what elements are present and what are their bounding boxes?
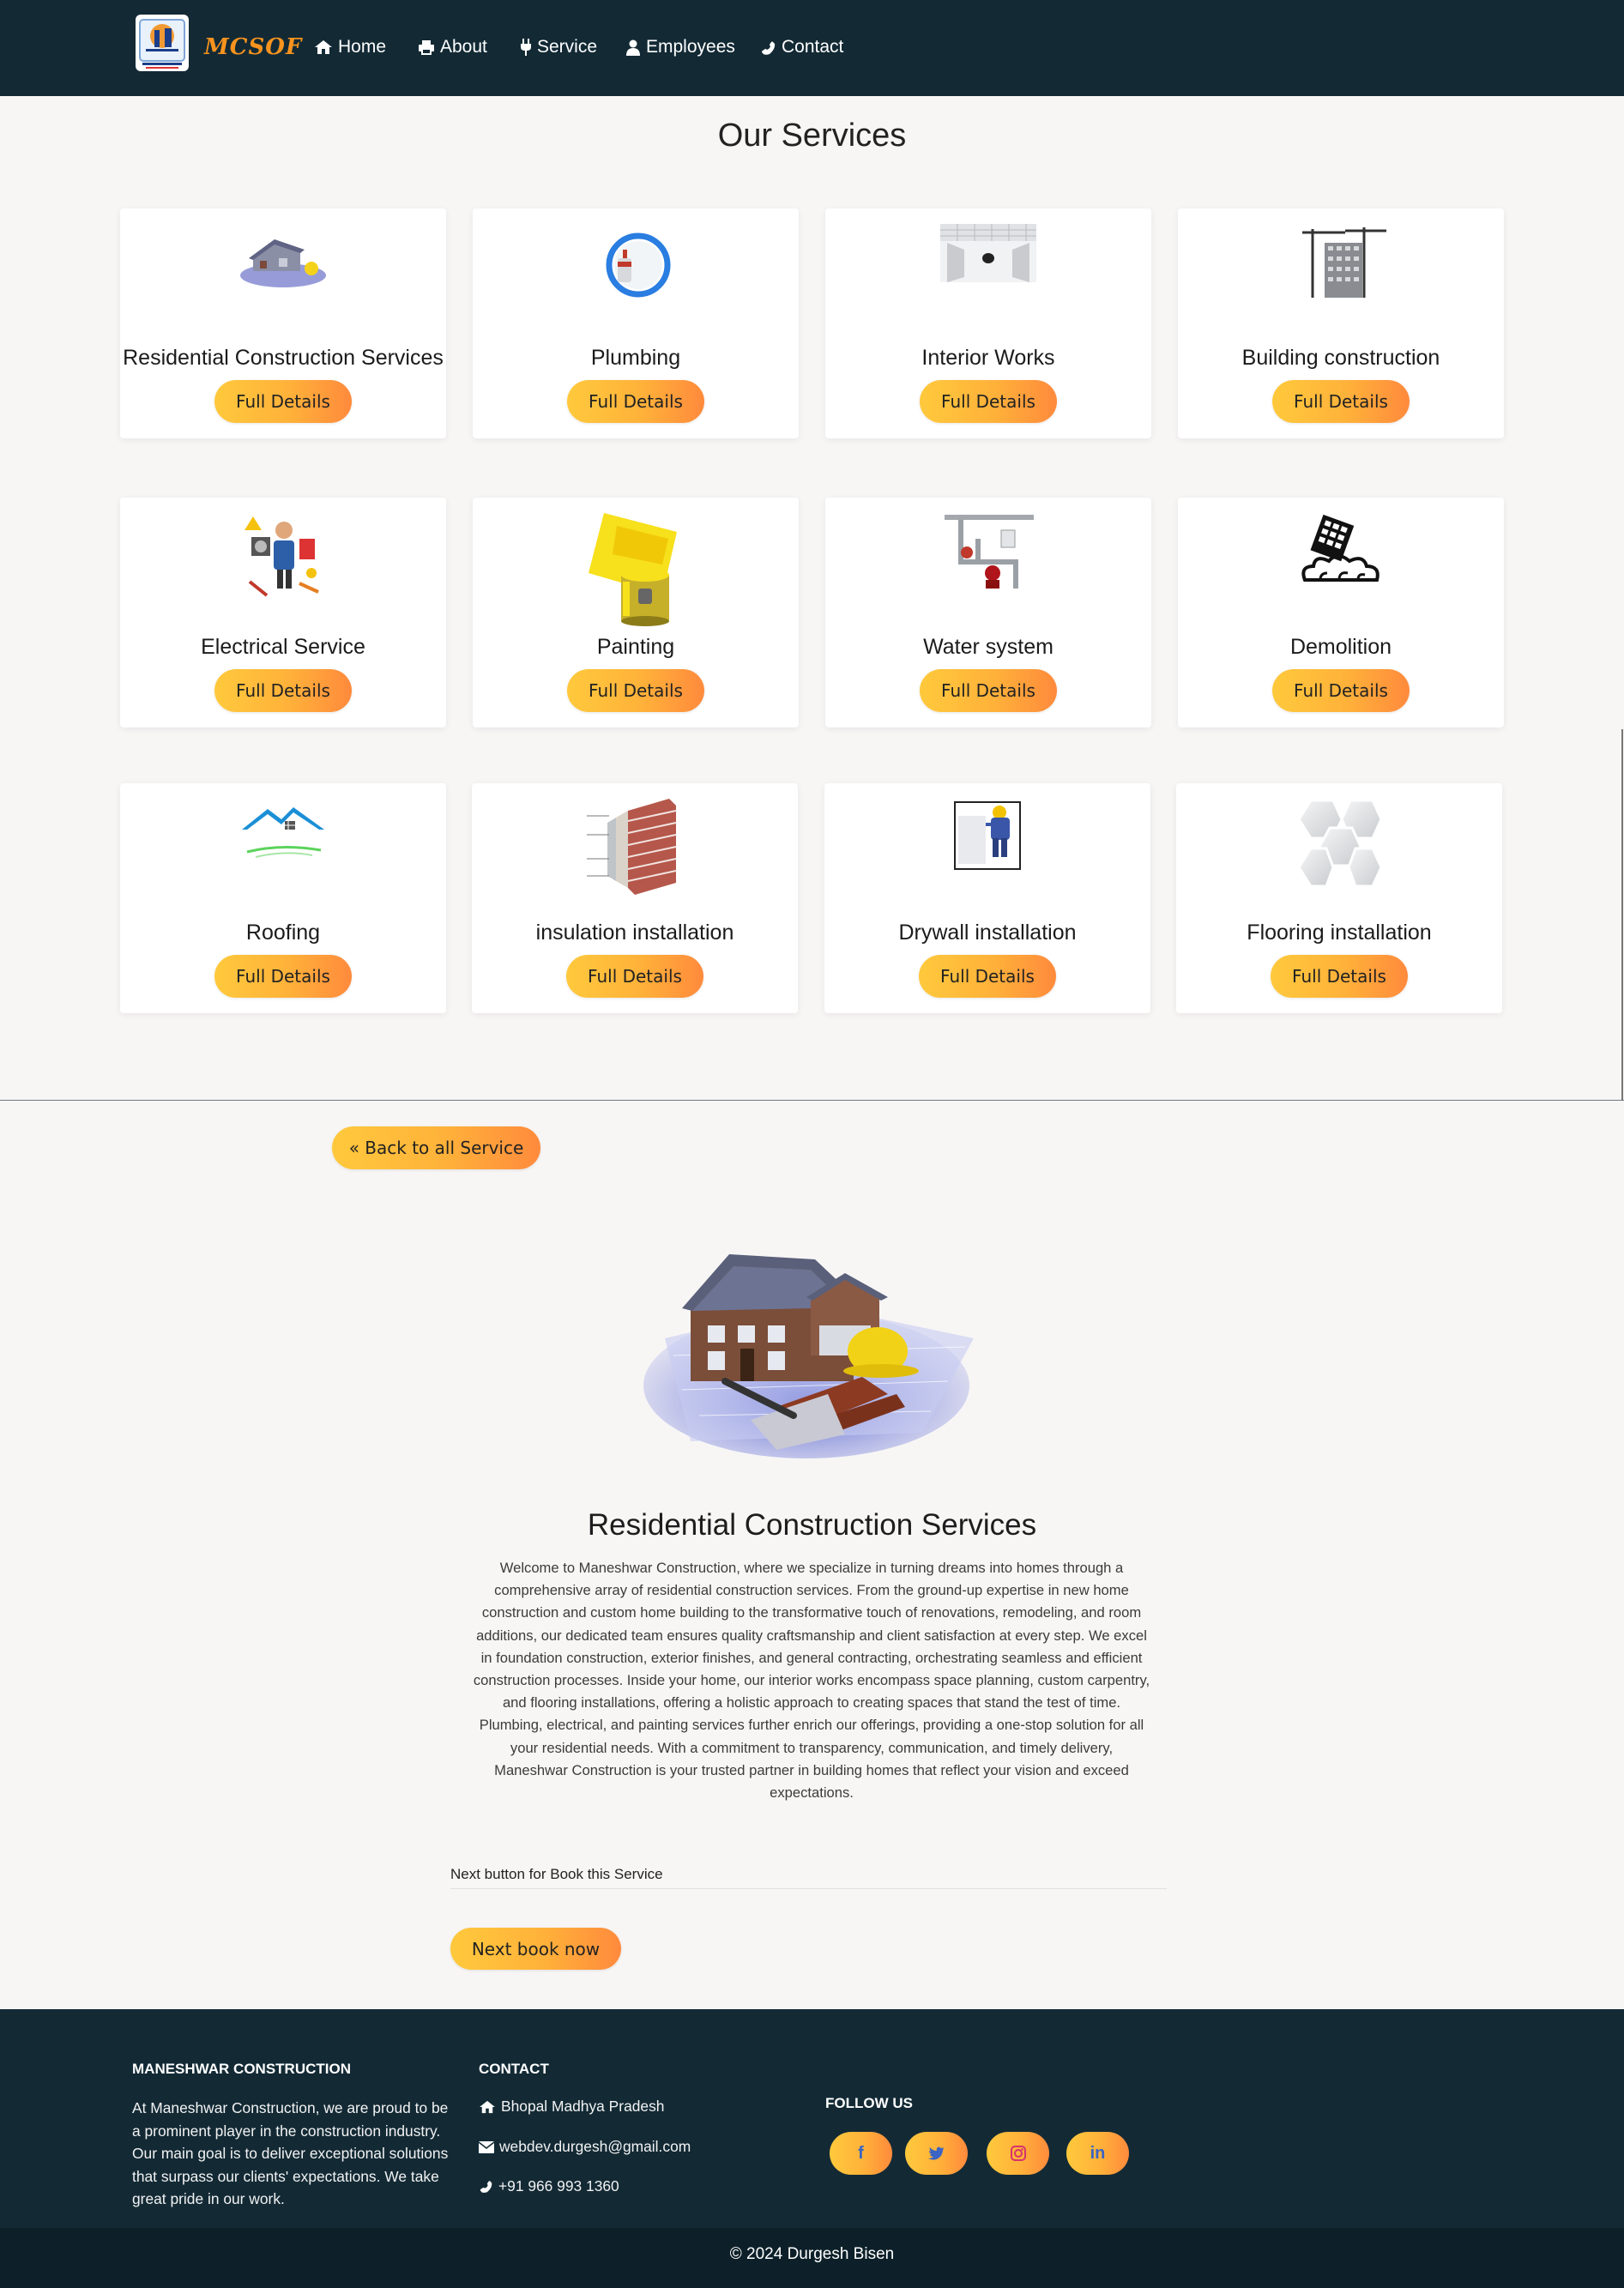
service-title: Electrical Service [201,635,365,659]
next-book-now-button[interactable]: Next book now [450,1928,621,1970]
company-logo[interactable] [136,15,189,71]
navbar: MCSOF Home About Service Employees Conta… [0,0,1624,96]
water-pipes-image [825,513,1151,616]
full-details-button[interactable]: Full Details [567,669,704,712]
service-card-electrical: Electrical Service Full Details [120,498,446,727]
full-details-button[interactable]: Full Details [1272,380,1410,423]
footer-email[interactable]: webdev.durgesh@gmail.com [479,2138,691,2156]
linkedin-icon: in [1090,2143,1106,2163]
service-card-insulation: insulation installation Full Details [472,783,798,1013]
facebook-button[interactable]: f [830,2132,892,2175]
service-card-interior: Interior Works Full Details [825,208,1151,438]
service-title: Roofing [245,921,321,945]
full-details-button[interactable]: Full Details [566,955,703,998]
phone-icon [480,2181,492,2193]
full-details-button[interactable]: Full Details [214,380,352,423]
service-card-painting: Painting Full Details [473,498,799,727]
room-interior-image [825,224,1151,327]
next-booking-label: Next button for Book this Service [450,1866,663,1882]
nav-service[interactable]: Service [520,37,597,57]
roof-image [120,799,446,902]
service-title: Drywall installation [898,921,1077,945]
service-title: Demolition [1289,635,1392,659]
section-divider [0,1100,1624,1101]
footer-phone-text[interactable]: +91 966 993 1360 [498,2177,619,2195]
next-divider [450,1888,1167,1889]
footer-about-text: At Maneshwar Construction, we are proud … [132,2099,449,2207]
twitter-button[interactable] [905,2132,968,2175]
instagram-button[interactable] [987,2132,1049,2175]
service-detail-title: Residential Construction Services [587,1508,1037,1542]
drywall-worker-image [824,799,1150,902]
nav-contact[interactable]: Contact [760,37,843,57]
hex-tiles-image [1176,799,1502,902]
linkedin-button[interactable]: in [1066,2132,1129,2175]
service-title: Interior Works [921,346,1055,370]
service-card-building: Building construction Full Details [1178,208,1504,438]
nav-about[interactable]: About [418,37,487,57]
plug-icon [521,39,531,56]
full-details-button[interactable]: Full Details [214,669,352,712]
service-title: Plumbing [590,346,681,370]
footer-address-text: Bhopal Madhya Pradesh [501,2098,665,2115]
footer: MANESHWAR CONSTRUCTION At Maneshwar Cons… [0,2009,1624,2228]
nav-home[interactable]: Home [314,37,386,57]
copyright-text: © 2024 Durgesh Bisen [729,2245,895,2263]
footer-email-text[interactable]: webdev.durgesh@gmail.com [499,2138,691,2156]
nav-service-label: Service [537,37,598,57]
service-title: Flooring installation [1247,921,1432,945]
full-details-button[interactable]: Full Details [919,955,1056,998]
service-card-demolition: Demolition Full Details [1178,498,1504,727]
home-icon [315,40,332,54]
user-icon [626,39,640,56]
full-details-button[interactable]: Full Details [567,380,704,423]
nav-employees-label: Employees [646,37,735,57]
nav-contact-label: Contact [782,37,844,57]
printer-icon [419,40,434,55]
service-detail-description: Welcome to Maneshwar Construction, where… [473,1560,1150,1802]
full-details-button[interactable]: Full Details [920,669,1057,712]
service-card-plumbing: Plumbing Full Details [473,208,799,438]
footer-address: Bhopal Madhya Pradesh [479,2098,664,2116]
service-title: Water system [923,635,1053,659]
facebook-icon: f [858,2143,864,2163]
brick-wall-image [472,799,798,902]
full-details-button[interactable]: Full Details [920,380,1057,423]
full-details-button[interactable]: Full Details [1271,955,1408,998]
nav-about-label: About [440,37,487,57]
service-card-residential: Residential Construction Services Full D… [120,208,446,438]
scrollbar-edge [1621,729,1623,1100]
envelope-icon [479,2140,494,2153]
service-card-water-system: Water system Full Details [825,498,1151,727]
services-heading: Our Services [717,118,907,154]
home-icon [480,2100,495,2113]
phone-icon [762,41,776,55]
paint-roller-image [473,513,799,626]
service-card-drywall: Drywall installation Full Details [824,783,1150,1013]
service-title: Painting [596,635,675,659]
brand-name[interactable]: MCSOF [204,34,302,60]
residential-hero-image [639,1244,982,1467]
demolition-icon [1178,513,1504,616]
house-blueprint-image [120,224,446,327]
service-title: Building construction [1241,346,1440,370]
back-to-services-button[interactable]: « Back to all Service [332,1126,540,1169]
service-title: Residential Construction Services [123,346,444,370]
nav-home-label: Home [338,37,387,57]
service-card-flooring: Flooring installation Full Details [1176,783,1502,1013]
nav-employees[interactable]: Employees [625,37,735,57]
building-crane-image [1178,224,1504,327]
pipe-faucet-image [473,224,799,327]
footer-about-heading: MANESHWAR CONSTRUCTION [132,2061,351,2077]
service-card-roofing: Roofing Full Details [120,783,446,1013]
service-title: insulation installation [535,921,734,945]
footer-phone[interactable]: +91 966 993 1360 [479,2177,619,2195]
footer-contact-heading: CONTACT [479,2061,549,2077]
full-details-button[interactable]: Full Details [214,955,352,998]
instagram-icon [1010,2146,1026,2161]
twitter-icon [927,2146,945,2160]
full-details-button[interactable]: Full Details [1272,669,1410,712]
footer-follow-heading: FOLLOW US [825,2095,913,2111]
electrician-tools-image [120,513,446,616]
